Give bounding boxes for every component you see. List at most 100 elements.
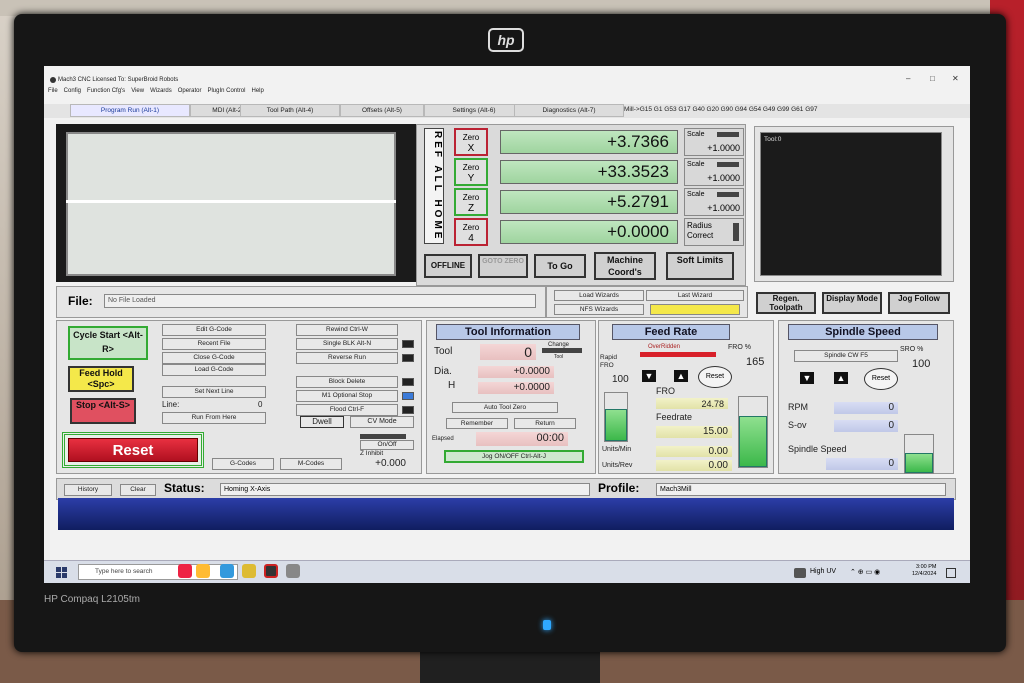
zero-x-button[interactable]: Zero X <box>454 128 488 156</box>
mcodes-button[interactable]: M-Codes <box>280 458 342 470</box>
sro-up-arrow-icon[interactable]: ▲ <box>834 372 848 384</box>
reset-button[interactable]: Reset <box>68 438 198 462</box>
display-mode-button[interactable]: Display Mode <box>822 292 882 314</box>
menu-plugin[interactable]: PlugIn Control <box>207 88 245 94</box>
dia-value[interactable]: +0.0000 <box>478 366 554 378</box>
tray-icons[interactable]: ⌃ ⊕ ▭ ◉ <box>850 568 880 576</box>
zero-y-button[interactable]: Zero Y <box>454 158 488 186</box>
to-go-button[interactable]: To Go <box>534 254 586 278</box>
scale-y[interactable]: Scale +1.0000 <box>684 158 744 186</box>
notification-icon[interactable] <box>946 568 956 578</box>
menu-wizards[interactable]: Wizards <box>150 88 172 94</box>
taskbar-search-input[interactable]: Type here to search <box>78 564 238 580</box>
tool-value[interactable]: 0 <box>480 344 536 360</box>
clear-button[interactable]: Clear <box>120 484 156 496</box>
toolpath-display[interactable] <box>760 132 942 276</box>
ref-all-home-button[interactable]: REF ALL HOME <box>424 128 444 244</box>
dwell-button[interactable]: Dwell <box>300 416 344 428</box>
zero-z-button[interactable]: Zero Z <box>454 188 488 216</box>
fro-reset-button[interactable]: Reset <box>698 366 732 388</box>
jog-onoff-button[interactable]: Jog ON/OFF Ctrl-Alt-J <box>444 450 584 463</box>
flood-button[interactable]: Flood Ctrl-F <box>296 404 398 416</box>
menu-file[interactable]: File <box>48 88 58 94</box>
offline-button[interactable]: OFFLINE <box>424 254 472 278</box>
m1-optional-stop-button[interactable]: M1 Optional Stop <box>296 390 398 402</box>
tab-toolpath[interactable]: Tool Path (Alt-4) <box>240 104 340 117</box>
file-explorer-icon[interactable] <box>242 564 256 578</box>
radius-correct-button[interactable]: Radius Correct <box>684 218 744 246</box>
dro-z[interactable]: +5.2791 <box>500 190 678 214</box>
return-button[interactable]: Return <box>514 418 576 429</box>
mach3-taskbar-icon[interactable] <box>264 564 278 578</box>
fro-up-arrow-icon[interactable]: ▲ <box>674 370 688 382</box>
app-icon <box>50 77 56 83</box>
feedrate-value[interactable]: 15.00 <box>656 426 732 438</box>
feed-hold-button[interactable]: Feed Hold <Spc> <box>68 366 134 392</box>
sro-down-arrow-icon[interactable]: ▼ <box>800 372 814 384</box>
pen-icon[interactable] <box>286 564 300 578</box>
nfs-wizards-button[interactable]: NFS Wizards <box>554 304 644 315</box>
gcodes-button[interactable]: G-Codes <box>212 458 274 470</box>
machine-coords-button[interactable]: Machine Coord's <box>594 252 656 280</box>
m1-optional-stop-led <box>402 392 414 400</box>
soft-limits-button[interactable]: Soft Limits <box>666 252 734 280</box>
sro-slider[interactable] <box>904 434 934 474</box>
reverse-run-button[interactable]: Reverse Run <box>296 352 398 364</box>
menu-function-cfg[interactable]: Function Cfg's <box>87 88 125 94</box>
history-button[interactable]: History <box>64 484 112 496</box>
power-led <box>543 620 551 630</box>
menu-config[interactable]: Config <box>64 88 81 94</box>
goto-zero-button[interactable]: GOTO ZERO <box>478 254 528 278</box>
sro-reset-button[interactable]: Reset <box>864 368 898 390</box>
run-from-here-button[interactable]: Run From Here <box>162 412 266 424</box>
dro-4[interactable]: +0.0000 <box>500 220 678 244</box>
maximize-button[interactable]: □ <box>930 74 935 83</box>
load-gcode-button[interactable]: Load G-Code <box>162 364 266 376</box>
tool-change-label: Change <box>548 342 570 348</box>
spindle-cw-button[interactable]: Spindle CW F5 <box>794 350 898 362</box>
menu-view[interactable]: View <box>131 88 144 94</box>
tab-program-run[interactable]: Program Run (Alt-1) <box>70 104 190 117</box>
last-wizard-button[interactable]: Last Wizard <box>646 290 744 301</box>
cv-mode-button[interactable]: CV Mode <box>350 416 414 428</box>
load-wizards-button[interactable]: Load Wizards <box>554 290 644 301</box>
fro-slider[interactable] <box>738 396 768 468</box>
edit-gcode-button[interactable]: Edit G-Code <box>162 324 266 336</box>
tab-diagnostics[interactable]: Diagnostics (Alt-7) <box>514 104 624 117</box>
close-gcode-button[interactable]: Close G-Code <box>162 352 266 364</box>
scale-z[interactable]: Scale +1.0000 <box>684 188 744 216</box>
status-value: Homing X-Axis <box>220 483 590 496</box>
scale-x[interactable]: Scale +1.0000 <box>684 128 744 156</box>
remember-button[interactable]: Remember <box>446 418 508 429</box>
gcode-display[interactable] <box>66 132 396 276</box>
dro-x[interactable]: +3.7366 <box>500 130 678 154</box>
rapid-fro-slider[interactable] <box>604 392 628 442</box>
regen-toolpath-button[interactable]: Regen. Toolpath <box>756 292 816 314</box>
fro-down-arrow-icon[interactable]: ▼ <box>642 370 656 382</box>
zero-4-button[interactable]: Zero 4 <box>454 218 488 246</box>
rpm-value[interactable]: 0 <box>834 402 898 414</box>
edge-icon[interactable] <box>220 564 234 578</box>
windows-start-icon[interactable] <box>56 566 68 578</box>
menu-operator[interactable]: Operator <box>178 88 202 94</box>
z-inhibit-value[interactable]: +0.000 <box>346 458 410 470</box>
h-value[interactable]: +0.0000 <box>478 382 554 394</box>
dro-y[interactable]: +33.3523 <box>500 160 678 184</box>
jog-follow-button[interactable]: Jog Follow <box>888 292 950 314</box>
recent-file-button[interactable]: Recent File <box>162 338 266 350</box>
auto-tool-zero-button[interactable]: Auto Tool Zero <box>452 402 558 413</box>
cycle-start-button[interactable]: Cycle Start <Alt-R> <box>68 326 148 360</box>
stop-button[interactable]: Stop <Alt-S> <box>70 398 136 424</box>
menu-help[interactable]: Help <box>251 88 263 94</box>
tab-offsets[interactable]: Offsets (Alt-5) <box>340 104 424 117</box>
z-inhibit-onoff-button[interactable]: On/Off <box>360 440 414 450</box>
minimize-button[interactable]: – <box>906 74 910 83</box>
rewind-button[interactable]: Rewind Ctrl-W <box>296 324 398 336</box>
set-next-line-button[interactable]: Set Next Line <box>162 386 266 398</box>
block-delete-button[interactable]: Block Delete <box>296 376 398 388</box>
clock[interactable]: 3:00 PM 12/4/2024 <box>912 564 936 578</box>
single-block-button[interactable]: Single BLK Alt-N <box>296 338 398 350</box>
tab-settings[interactable]: Settings (Alt-6) <box>424 104 524 117</box>
close-button[interactable]: ✕ <box>952 74 959 83</box>
sro-slider-fill <box>905 453 933 473</box>
